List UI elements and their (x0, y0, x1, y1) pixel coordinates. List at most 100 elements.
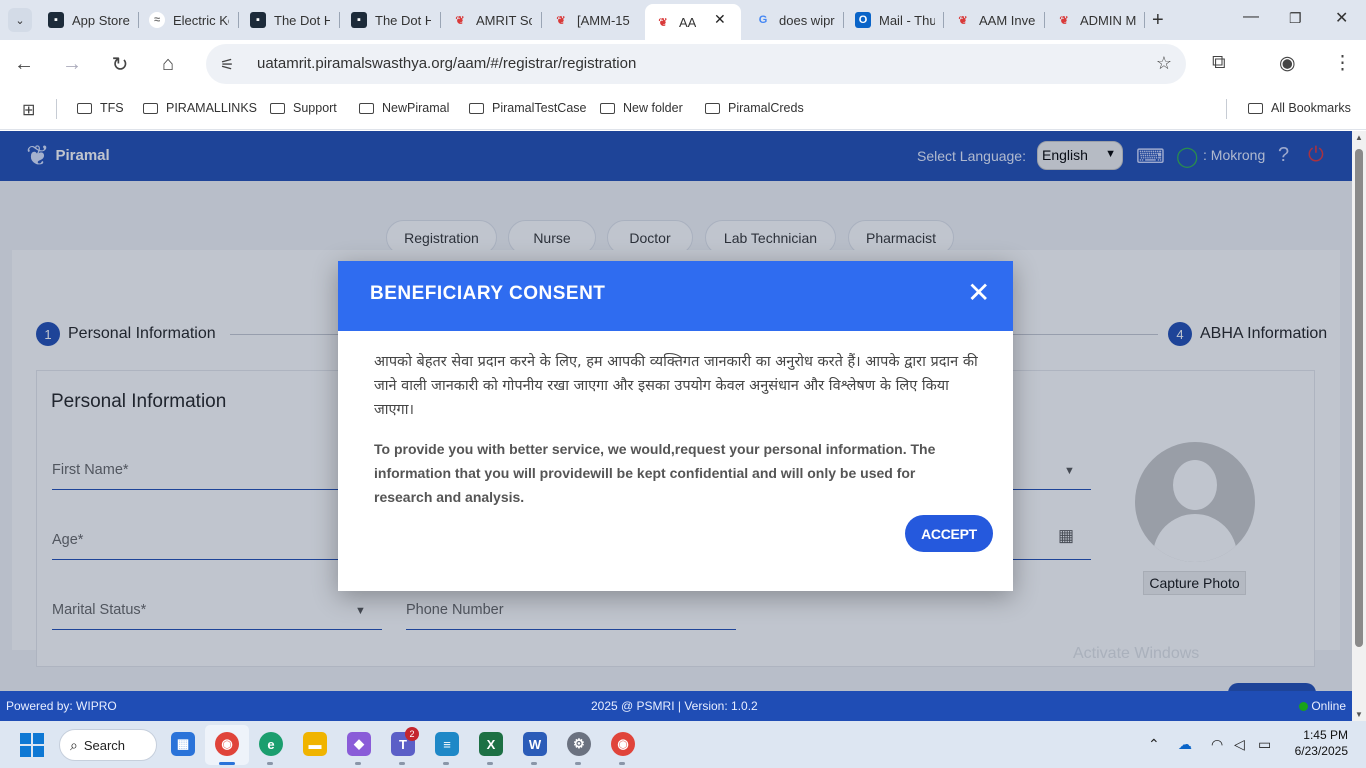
app-indicator (487, 762, 493, 765)
browser-tab-active[interactable]: ❦ AA (645, 4, 741, 40)
notepad-icon[interactable]: ≡ (435, 732, 459, 756)
onedrive-icon[interactable]: ☁ (1178, 736, 1192, 753)
browser-tab[interactable]: ▪ App Store (48, 6, 140, 34)
bookmark-separator (56, 99, 57, 119)
browser-tab[interactable]: ▪ The Dot H (351, 6, 431, 34)
home-icon[interactable]: ⌂ (156, 52, 180, 76)
folder-icon (143, 102, 158, 114)
amrit-icon: ❦ (658, 16, 668, 29)
app-indicator (355, 762, 361, 765)
file-explorer-icon[interactable]: ▬ (303, 732, 327, 756)
menu-icon[interactable]: ⋮ (1333, 52, 1352, 75)
bookmark-folder[interactable]: PIRAMALLINKS (143, 101, 257, 115)
all-bookmarks-button[interactable]: All Bookmarks (1248, 101, 1351, 115)
bookmark-folder[interactable]: NewPiramal (359, 101, 449, 115)
tab-title: The Dot H (375, 12, 431, 28)
active-indicator (219, 762, 235, 765)
windows-start-icon[interactable] (20, 733, 44, 757)
app-indicator (267, 762, 273, 765)
profile-icon[interactable]: ◉ (1279, 52, 1296, 75)
edge-icon[interactable]: e (259, 732, 283, 756)
folder-icon (469, 102, 484, 114)
extensions-icon[interactable]: ⧉ (1212, 52, 1226, 74)
minimize-icon[interactable]: — (1243, 8, 1259, 26)
browser-tab[interactable]: ❦ AAM Inve (955, 6, 1035, 34)
apps-grid-icon[interactable]: ⊞ (22, 100, 35, 120)
bookmark-folder[interactable]: TFS (77, 101, 124, 115)
chevron-down-icon: ⌄ (15, 14, 25, 27)
chevron-up-icon[interactable]: ⌃ (1148, 736, 1160, 753)
bookmark-folder[interactable]: Support (270, 101, 337, 115)
tab-title: Electric Ke (173, 12, 229, 28)
chrome-icon[interactable]: ◉ (215, 732, 239, 756)
app-indicator (531, 762, 537, 765)
m365-icon[interactable]: ◆ (347, 732, 371, 756)
browser-tab[interactable]: ▪ The Dot H (250, 6, 330, 34)
consent-text-hindi: आपको बेहतर सेवा प्रदान करने के लिए, हम आ… (374, 354, 978, 418)
bookmark-folder[interactable]: New folder (600, 101, 683, 115)
bookmark-folder[interactable]: PiramalTestCase (469, 101, 586, 115)
word-icon[interactable]: W (523, 732, 547, 756)
dialog-title: BENEFICIARY CONSENT (370, 283, 606, 304)
amrit-icon: ❦ (1059, 14, 1069, 27)
tab-title: The Dot H (274, 12, 330, 28)
bookmark-label: TFS (100, 101, 124, 115)
browser-tab-strip: ⌄ ▪ App Store ≈ Electric Ke ▪ The Dot H … (0, 0, 1366, 40)
restore-icon[interactable]: ❐ (1289, 10, 1302, 27)
online-status: Online (1299, 699, 1346, 713)
close-window-icon[interactable]: ✕ (1335, 8, 1348, 28)
bookmark-label: PiramalTestCase (492, 101, 587, 115)
app-indicator (399, 762, 405, 765)
amrit-icon: ❦ (556, 14, 566, 27)
tab-search-button[interactable]: ⌄ (8, 8, 32, 32)
search-label: Search (83, 737, 126, 753)
bookmark-star-icon[interactable]: ☆ (1156, 53, 1172, 74)
app-indicator (575, 762, 581, 765)
tab-title: AMRIT Sc (476, 12, 532, 28)
dot-icon: ▪ (250, 12, 266, 28)
store-app-icon[interactable]: ▦ (171, 732, 195, 756)
back-icon[interactable]: ← (12, 52, 36, 76)
teams-badge: 2 (405, 727, 419, 741)
browser-tab[interactable]: O Mail - Thu (855, 6, 935, 34)
settings-gear-icon[interactable]: ⚙ (567, 732, 591, 756)
bookmark-folder[interactable]: PiramalCreds (705, 101, 804, 115)
browser-tab[interactable]: G does wipr (755, 6, 835, 34)
site-settings-icon[interactable]: ⚟ (220, 55, 234, 75)
chrome-icon[interactable]: ◉ (611, 732, 635, 756)
scroll-up-icon[interactable]: ▲ (1355, 133, 1363, 142)
browser-tab[interactable]: ❦ [AMM-15 (553, 6, 633, 34)
forward-icon[interactable]: → (60, 52, 84, 76)
reload-icon[interactable]: ↻ (108, 52, 132, 76)
wifi-icon[interactable]: ◠ (1211, 736, 1223, 753)
consent-text-english: To provide you with better service, we w… (374, 441, 936, 505)
tab-title: AAM Inve (979, 12, 1035, 28)
powered-by-text: Powered by: WIPRO (6, 699, 117, 713)
browser-tab[interactable]: ≈ Electric Ke (149, 6, 229, 34)
volume-icon[interactable]: ◁ (1234, 736, 1245, 753)
scroll-down-icon[interactable]: ▼ (1355, 710, 1363, 719)
bookmark-label: PIRAMALLINKS (166, 101, 258, 115)
new-tab-button[interactable]: + (1152, 9, 1164, 32)
scrollbar-thumb[interactable] (1355, 149, 1363, 647)
tab-separator (943, 12, 944, 28)
browser-tab[interactable]: ❦ AMRIT Sc (452, 6, 532, 34)
page-scrollbar[interactable]: ▲ ▼ (1352, 131, 1366, 721)
close-icon[interactable]: ✕ (967, 279, 990, 307)
amrit-icon: ❦ (455, 14, 465, 27)
excel-icon[interactable]: X (479, 732, 503, 756)
browser-tab[interactable]: ❦ ADMIN M (1056, 6, 1136, 34)
system-clock[interactable]: 1:45 PM 6/23/2025 (1290, 727, 1348, 759)
accept-button[interactable]: ACCEPT (905, 515, 993, 552)
battery-icon[interactable]: ▭ (1258, 736, 1271, 753)
tab-title: does wipr (779, 12, 835, 28)
accept-label: ACCEPT (921, 525, 977, 542)
url-text[interactable]: uatamrit.piramalswasthya.org/aam/#/regis… (257, 55, 636, 72)
close-tab-icon[interactable]: ✕ (714, 11, 726, 28)
dot-icon: ▪ (351, 12, 367, 28)
taskbar-search[interactable]: ⌕ Search (59, 729, 157, 761)
tab-separator (1044, 12, 1045, 28)
amrit-icon: ❦ (958, 14, 968, 27)
address-bar[interactable]: ⚟ uatamrit.piramalswasthya.org/aam/#/reg… (206, 44, 1186, 84)
tab-separator (238, 12, 239, 28)
